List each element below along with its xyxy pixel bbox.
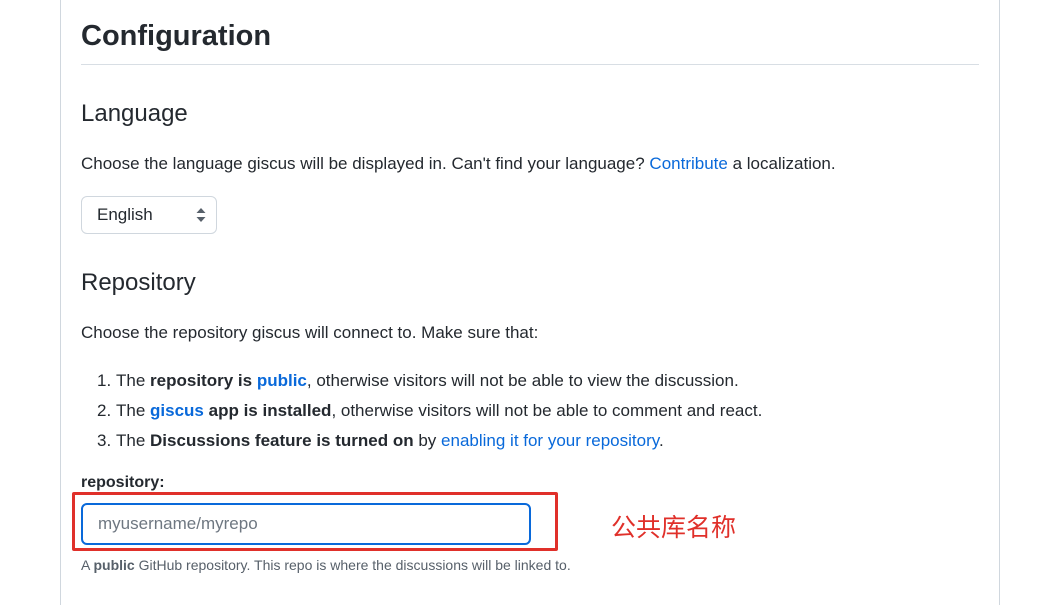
enable-discussions-link[interactable]: enabling it for your repository [441,431,659,450]
language-desc-text: Choose the language giscus will be displ… [81,154,645,173]
repository-input[interactable] [81,503,531,545]
list-item: 2. The giscus app is installed, otherwise… [97,401,763,420]
language-desc-text-end: a localization. [732,154,836,173]
language-select-value: English [97,205,153,224]
repository-intro: Choose the repository giscus will connec… [81,323,539,342]
contribute-link[interactable]: Contribute [649,154,727,173]
heading-divider [81,64,979,65]
list-item: 1. The repository is public, otherwise vi… [97,371,739,390]
list-item: 3. The Discussions feature is turned on b… [97,431,664,450]
repository-field-label: repository: [81,474,165,491]
language-description: Choose the language giscus will be displ… [81,152,836,176]
select-updown-icon [196,208,206,222]
public-link[interactable]: public [257,371,307,390]
language-select[interactable]: English [81,196,217,234]
configuration-heading: Configuration [81,20,272,52]
repository-hint: A public GitHub repository. This repo is… [81,557,571,573]
giscus-app-link[interactable]: giscus [150,401,204,420]
annotation-label: 公共库名称 [611,513,737,542]
repository-heading: Repository [81,269,196,296]
requirements-list: 1. The repository is public, otherwise vi… [97,366,762,456]
language-heading: Language [81,100,188,127]
